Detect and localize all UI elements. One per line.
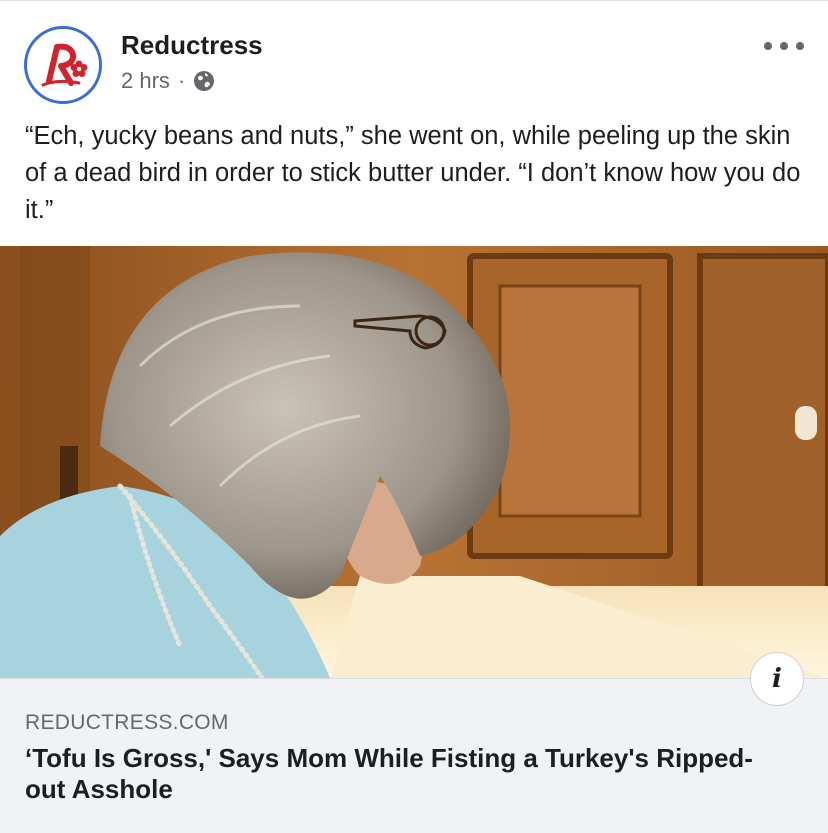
post-meta: 2 hrs · xyxy=(121,68,215,94)
meta-separator: · xyxy=(177,68,186,93)
post-timestamp[interactable]: 2 hrs xyxy=(121,68,170,94)
post-text: “Ech, yucky beans and nuts,” she went on… xyxy=(25,122,801,224)
more-dot xyxy=(780,42,788,50)
kitchen-photo xyxy=(0,246,828,678)
more-options-icon[interactable] xyxy=(764,34,804,58)
post-header: Reductress 2 hrs · xyxy=(0,0,828,110)
reductress-logo xyxy=(41,43,88,87)
page-avatar[interactable] xyxy=(24,26,102,104)
more-dot xyxy=(796,42,804,50)
link-preview-image[interactable] xyxy=(0,246,828,678)
link-domain: REDUCTRESS.COM xyxy=(25,711,229,734)
link-preview-card[interactable]: REDUCTRESS.COM ‘Tofu Is Gross,' Says Mom… xyxy=(0,678,828,833)
link-headline[interactable]: ‘Tofu Is Gross,' Says Mom While Fisting … xyxy=(25,743,785,805)
info-icon[interactable]: i xyxy=(750,652,804,706)
globe-icon xyxy=(193,70,215,92)
page-name[interactable]: Reductress xyxy=(121,30,263,61)
more-dot xyxy=(764,42,772,50)
